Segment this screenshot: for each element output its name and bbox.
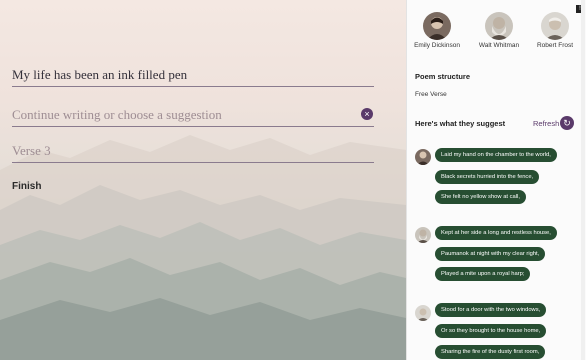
- panel-scrollbar[interactable]: [581, 0, 585, 360]
- suggestion-pill[interactable]: Stood for a door with the two windows,: [435, 303, 547, 317]
- suggestion-pill[interactable]: Kept at her side a long and restless hou…: [435, 226, 557, 240]
- suggestion-pill[interactable]: She felt no yellow show at call,: [435, 190, 526, 204]
- robert-frost-avatar: [415, 305, 431, 321]
- suggestion-panel: ! Emily Dickinson Walt Whitman Robert Fr…: [406, 0, 586, 360]
- walt-whitman-avatar: [485, 12, 513, 40]
- suggestions-header: Here's what they suggest: [415, 119, 506, 128]
- poem-structure-value: Free Verse: [415, 91, 447, 98]
- suggestion-pill[interactable]: Sharing the fire of the dusty first room…: [435, 345, 546, 359]
- poet-emily-dickinson[interactable]: Emily Dickinson: [409, 12, 465, 50]
- suggestion-pill[interactable]: Paumanok at night with my clear right,: [435, 247, 546, 261]
- clear-icon[interactable]: ×: [361, 108, 373, 120]
- editor-area: My life has been an ink filled pen Conti…: [0, 0, 406, 360]
- suggestion-pill[interactable]: Black secrets hurried into the fence,: [435, 170, 540, 184]
- poet-name: Robert Frost: [536, 42, 574, 49]
- poet-name: Emily Dickinson: [414, 42, 460, 49]
- robert-frost-avatar: [541, 12, 569, 40]
- verse-3-input[interactable]: Verse 3: [12, 140, 374, 163]
- emily-dickinson-avatar: [415, 149, 431, 165]
- verse-2-input[interactable]: Continue writing or choose a suggestion: [12, 104, 374, 127]
- refresh-label[interactable]: Refresh: [533, 119, 559, 128]
- verse-1-input[interactable]: My life has been an ink filled pen: [12, 64, 374, 87]
- walt-whitman-avatar: [415, 227, 431, 243]
- refresh-icon[interactable]: ↻: [560, 116, 574, 130]
- suggestion-pill[interactable]: Played a mite upon a royal harp;: [435, 267, 531, 281]
- suggestion-pill[interactable]: Or so they brought to the house home,: [435, 324, 547, 338]
- poem-structure-title: Poem structure: [415, 72, 471, 81]
- emily-dickinson-avatar: [423, 12, 451, 40]
- suggestion-pill[interactable]: Laid my hand on the chamber to the world…: [435, 148, 557, 162]
- poet-walt-whitman[interactable]: Walt Whitman: [471, 12, 527, 50]
- poet-robert-frost[interactable]: Robert Frost: [527, 12, 583, 50]
- poet-name: Walt Whitman: [478, 42, 520, 49]
- mountain-background: [0, 135, 406, 360]
- finish-button[interactable]: Finish: [12, 181, 41, 192]
